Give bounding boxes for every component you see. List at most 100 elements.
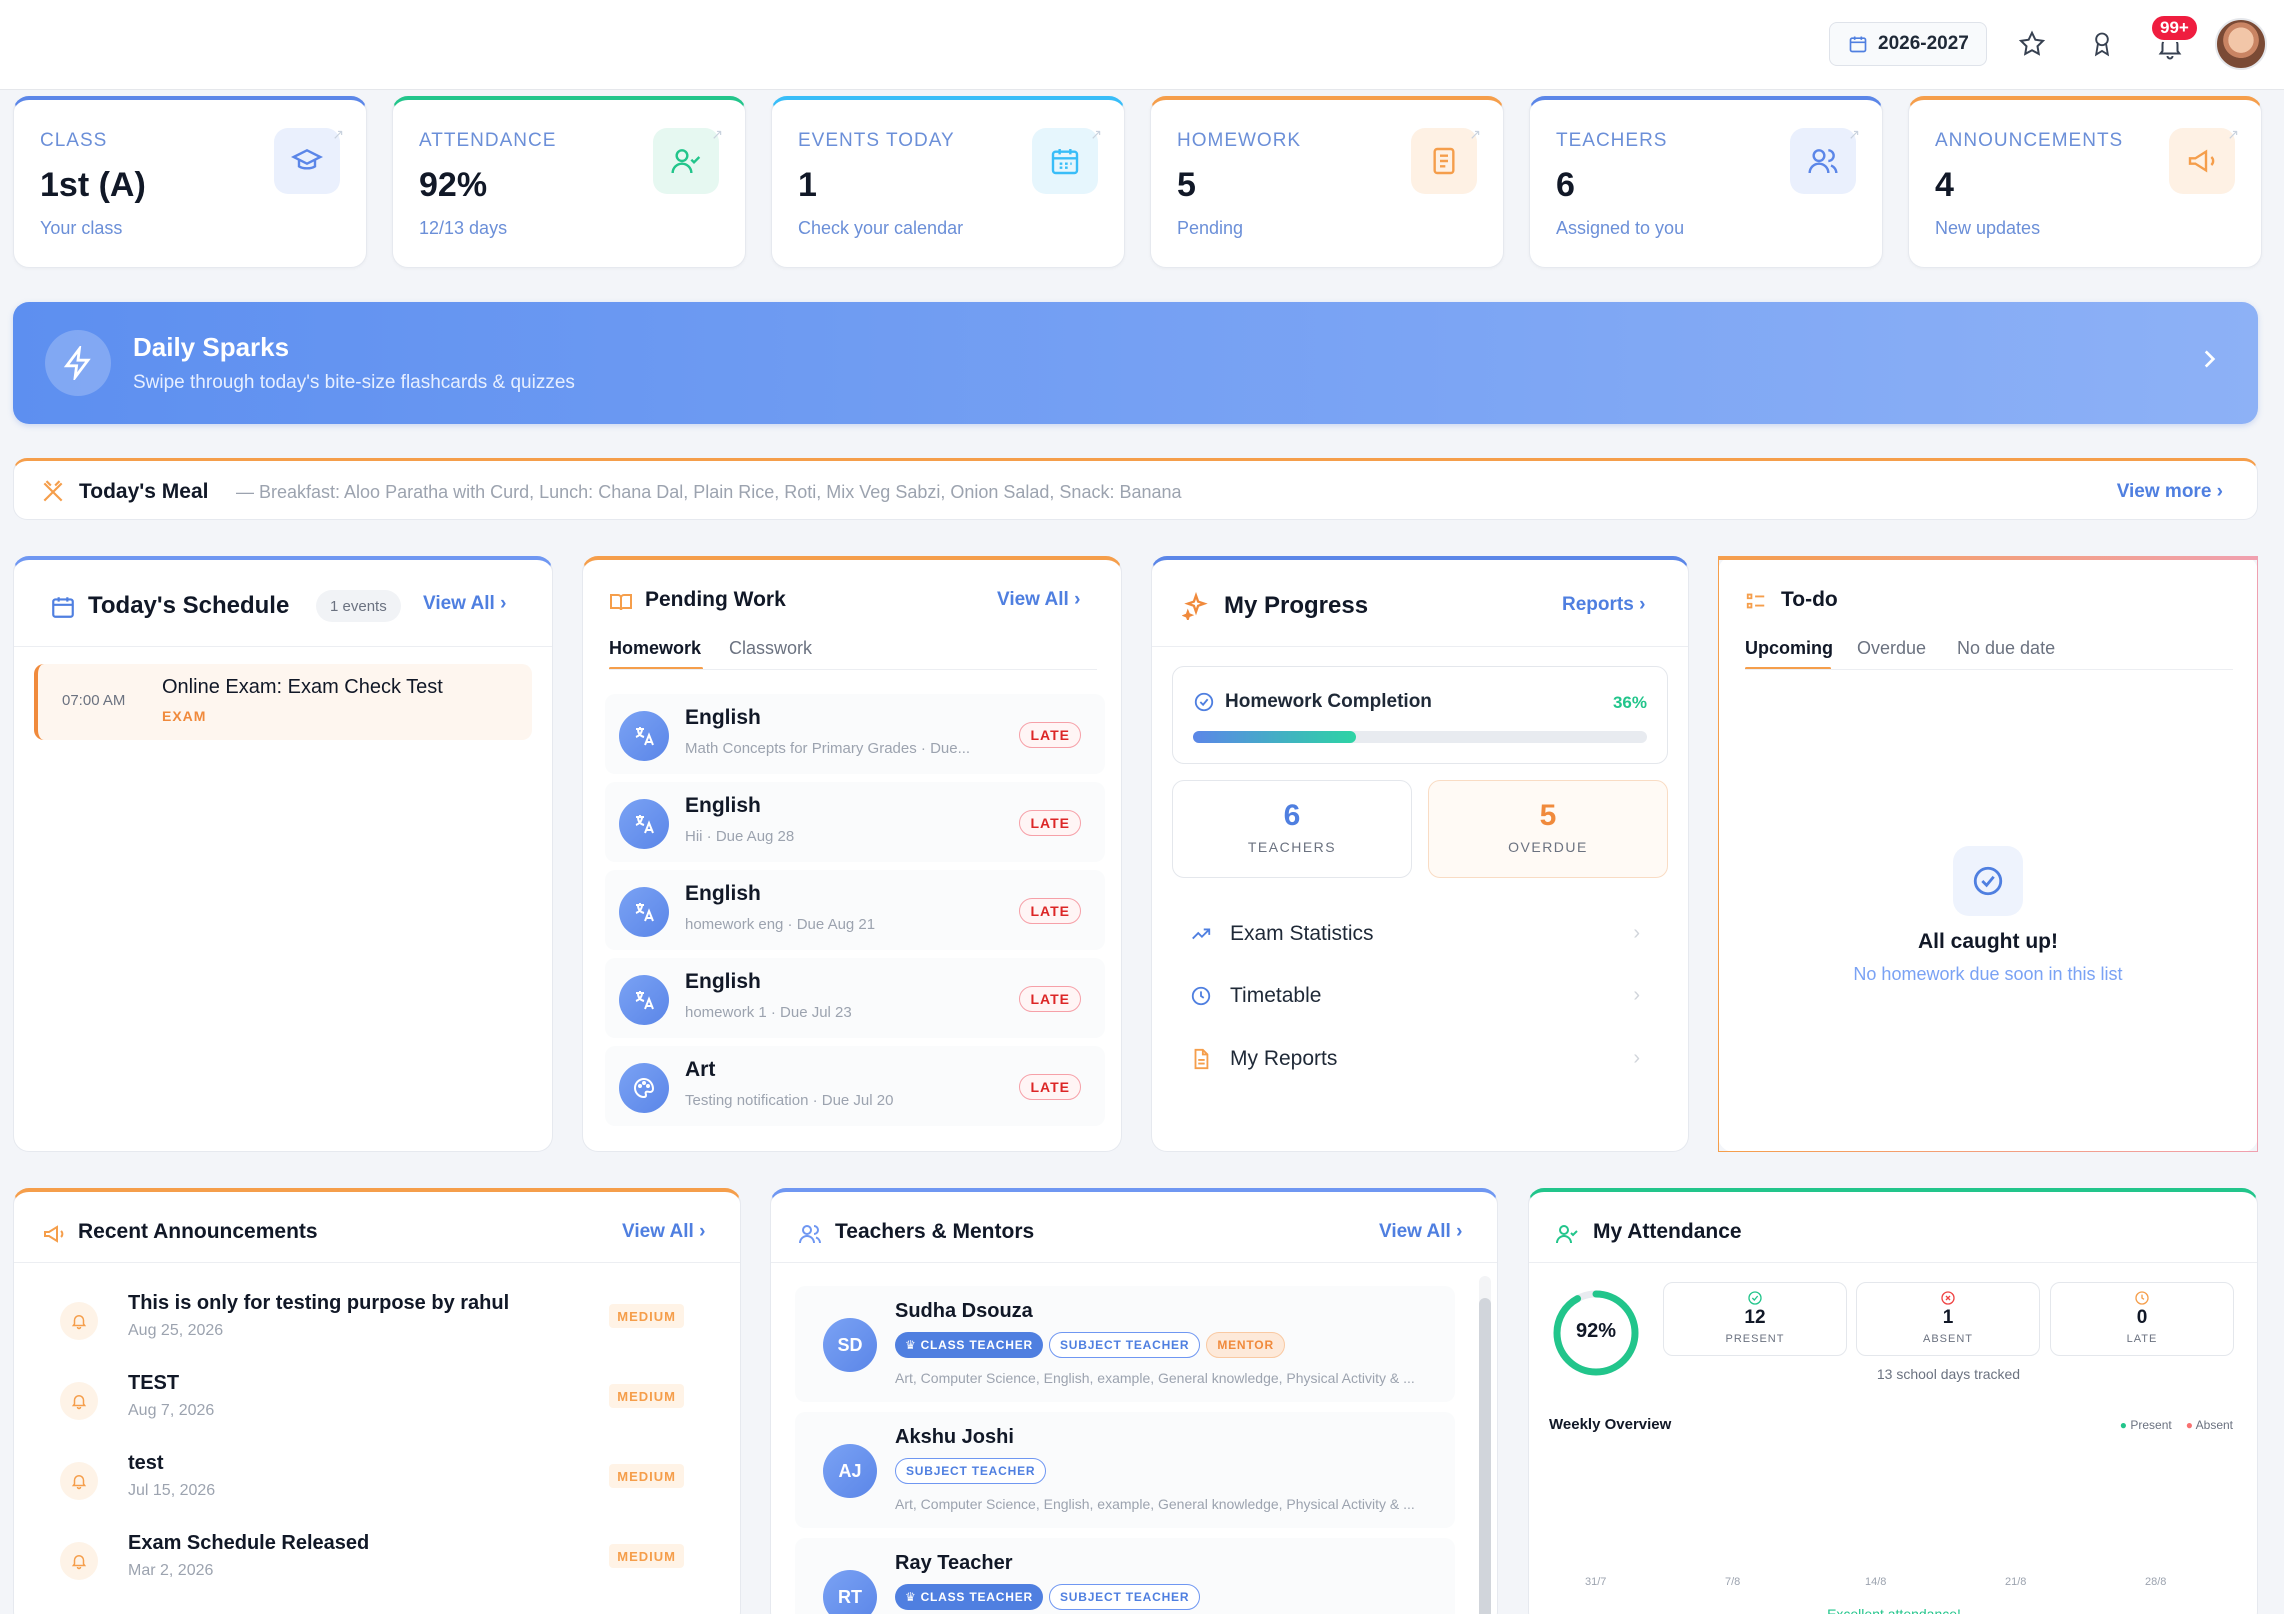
role-tag: SUBJECT TEACHER (1048, 1332, 1201, 1358)
teacher-card[interactable]: RT Ray Teacher ♛ CLASS TEACHER SUBJECT TEA… (795, 1538, 1455, 1614)
pending-work-item[interactable]: English homework 1 · Due Jul 23 LATE (605, 958, 1105, 1038)
stat-value: 6 (1556, 166, 1575, 204)
user-avatar[interactable] (2215, 18, 2267, 70)
timetable-link[interactable]: Timetable (1190, 984, 1321, 1008)
meal-view-more-link[interactable]: View more › (2117, 481, 2223, 503)
stat-value: 4 (1935, 166, 1954, 204)
scrollbar-thumb[interactable] (1479, 1298, 1491, 1614)
stat-subtitle: 12/13 days (419, 218, 508, 238)
completion-value: 36% (1612, 693, 1647, 712)
pending-work-subject: English (685, 882, 761, 905)
stat-card-attendance[interactable]: ATTENDANCE 92% 12/13 days ↗ (392, 96, 746, 268)
chevron-right-icon: › (1639, 594, 1646, 615)
palette-icon (619, 1063, 669, 1113)
announcement-date: Aug 7, 2026 (128, 1402, 215, 1419)
teacher-card[interactable]: AJ Akshu Joshi SUBJECT TEACHER Art, Comp… (795, 1412, 1455, 1528)
teachers-count: 6 (1283, 799, 1301, 832)
teacher-card[interactable]: SD Sudha Dsouza ♛ CLASS TEACHER SUBJECT TE… (795, 1286, 1455, 1402)
teachers-count-card[interactable]: 6 TEACHERS (1172, 780, 1412, 878)
star-icon[interactable] (2012, 24, 2052, 64)
completion-label: Homework Completion (1225, 691, 1432, 712)
stat-card-announcements[interactable]: ANNOUNCEMENTS 4 New updates ↗ (1908, 96, 2262, 268)
pending-work-item[interactable]: English homework eng · Due Aug 21 LATE (605, 870, 1105, 950)
crown-icon: ♛ (905, 1338, 917, 1352)
translate-icon (619, 799, 669, 849)
schedule-view-all-link[interactable]: View All › (423, 593, 506, 615)
divider (14, 646, 552, 647)
tab-classwork[interactable]: Classwork (729, 638, 812, 659)
tab-no-due-date[interactable]: No due date (1957, 638, 2055, 659)
priority-badge: MEDIUM (609, 1544, 684, 1568)
checklist-icon (1745, 590, 1767, 612)
view-all-label: View All (997, 589, 1069, 610)
status-badge: LATE (1019, 898, 1081, 924)
arrow-up-right-icon: ↗ (1090, 126, 1102, 142)
stat-card-class[interactable]: CLASS 1st (A) Your class ↗ (13, 96, 367, 268)
role-tag-label: SUBJECT TEACHER (1059, 1338, 1190, 1352)
teacher-subjects: Art, Computer Science, English, example,… (895, 1496, 1415, 1512)
announcement-item[interactable]: test Jul 15, 2026 MEDIUM (44, 1452, 724, 1522)
schedule-event-type: EXAM (162, 708, 207, 724)
exam-statistics-link[interactable]: Exam Statistics (1190, 922, 1374, 946)
trending-up-icon (1190, 923, 1212, 945)
role-tag-label: MENTOR (1217, 1338, 1274, 1352)
daily-sparks-banner[interactable]: Daily Sparks Swipe through today's bite-… (13, 302, 2258, 424)
pending-work-item[interactable]: English Math Concepts for Primary Grades… (605, 694, 1105, 774)
my-reports-link[interactable]: My Reports (1190, 1047, 1337, 1071)
legend-absent-label: Absent (2195, 1418, 2233, 1432)
tab-overdue[interactable]: Overdue (1857, 638, 1926, 659)
progress-panel: My Progress Reports › Homework Completio… (1151, 556, 1689, 1152)
homework-completion-card: Homework Completion 36% (1172, 666, 1668, 764)
pending-work-detail: homework 1 · Due Jul 23 (685, 1004, 852, 1021)
divider (1529, 1262, 2257, 1263)
week-tick-label: 21/8 (2005, 1576, 2027, 1588)
tab-upcoming[interactable]: Upcoming (1745, 638, 1833, 659)
teachers-title: Teachers & Mentors (835, 1220, 1035, 1243)
pending-work-panel: Pending Work View All › Homework Classwo… (582, 556, 1122, 1152)
teacher-avatar: RT (823, 1570, 877, 1614)
stat-card-teachers[interactable]: TEACHERS 6 Assigned to you ↗ (1529, 96, 1883, 268)
user-check-icon (1555, 1222, 1579, 1246)
check-circle-icon (1747, 1290, 1763, 1306)
overdue-count: 5 (1539, 799, 1557, 832)
users-icon (797, 1222, 823, 1246)
megaphone-icon (2169, 128, 2235, 194)
stat-card-events-today[interactable]: EVENTS TODAY 1 Check your calendar ↗ (771, 96, 1125, 268)
teacher-name: Ray Teacher (895, 1552, 1013, 1574)
attendance-ring: 92% (1551, 1288, 1641, 1378)
announcements-panel: Recent Announcements View All › This is … (13, 1188, 741, 1614)
teachers-panel: Teachers & Mentors View All › SD Sudha D… (770, 1188, 1498, 1614)
teachers-view-all-link[interactable]: View All › (1379, 1221, 1462, 1243)
pending-work-item[interactable]: English Hii · Due Aug 28 LATE (605, 782, 1105, 862)
week-tick-label: 14/8 (1865, 1576, 1887, 1588)
stat-card-homework[interactable]: HOMEWORK 5 Pending ↗ (1150, 96, 1504, 268)
pending-work-item[interactable]: Art Testing notification · Due Jul 20 LA… (605, 1046, 1105, 1126)
absent-label: ABSENT (1922, 1333, 1973, 1345)
role-tag: SUBJECT TEACHER (1048, 1584, 1201, 1610)
announcement-item[interactable]: Exam Schedule Released Mar 2, 2026 MEDIU… (44, 1532, 724, 1602)
priority-badge: MEDIUM (609, 1464, 684, 1488)
reports-link[interactable]: Reports › (1562, 594, 1645, 616)
tab-homework[interactable]: Homework (609, 638, 701, 659)
pending-work-view-all-link[interactable]: View All › (997, 589, 1080, 611)
stat-subtitle: Your class (40, 218, 123, 238)
announcement-item[interactable]: This is only for testing purpose by rahu… (44, 1292, 724, 1362)
legend-present-label: Present (2130, 1418, 2172, 1432)
announcement-item[interactable]: TEST Aug 7, 2026 MEDIUM (44, 1372, 724, 1442)
schedule-item[interactable]: 07:00 AM Online Exam: Exam Check Test EX… (34, 664, 532, 740)
scrollbar-track[interactable] (1479, 1276, 1491, 1614)
events-count-badge: 1 events (316, 590, 401, 622)
chevron-right-icon[interactable] (2196, 346, 2222, 372)
academic-year-selector[interactable]: 2026-2027 (1829, 22, 1987, 66)
award-icon[interactable] (2082, 24, 2122, 64)
view-all-label: View All (1379, 1221, 1451, 1242)
my-reports-label: My Reports (1230, 1047, 1338, 1070)
translate-icon (619, 975, 669, 1025)
overdue-count-card[interactable]: 5 OVERDUE (1428, 780, 1668, 878)
teacher-avatar: SD (823, 1318, 877, 1372)
announcements-view-all-link[interactable]: View All › (622, 1221, 705, 1243)
announcement-date: Jul 15, 2026 (128, 1482, 216, 1499)
stat-label: TEACHERS (1556, 130, 1668, 151)
teacher-name: Akshu Joshi (895, 1426, 1014, 1448)
divider (1152, 646, 1688, 647)
